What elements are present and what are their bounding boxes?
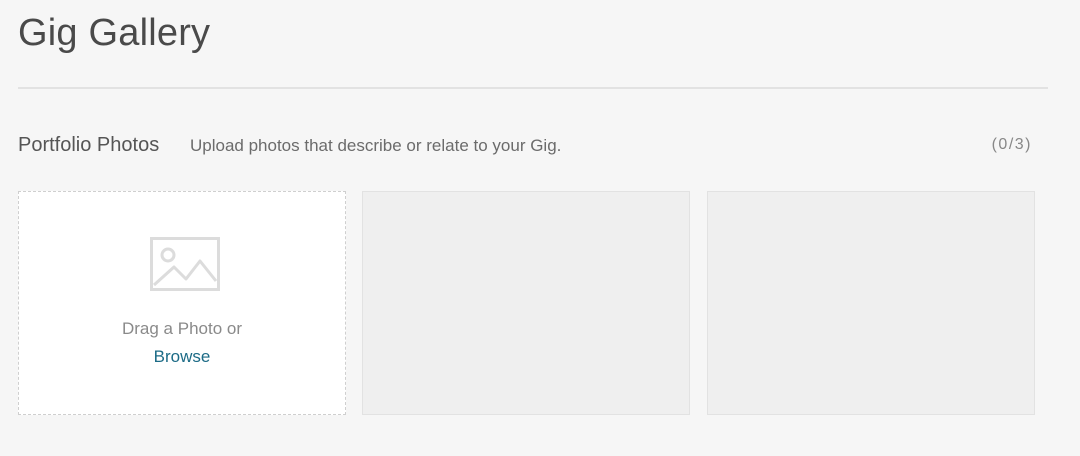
photo-slots: Drag a Photo or Browse	[18, 191, 1038, 416]
photo-counter: (0/3)	[991, 136, 1032, 153]
portfolio-header: Portfolio Photos Upload photos that desc…	[18, 130, 1032, 160]
empty-photo-slot	[362, 191, 690, 415]
image-placeholder-icon	[150, 237, 220, 291]
title-divider	[18, 87, 1048, 89]
browse-link[interactable]: Browse	[19, 346, 345, 368]
portfolio-description: Upload photos that describe or relate to…	[190, 136, 562, 155]
drag-photo-text: Drag a Photo or	[121, 319, 242, 338]
page-title: Gig Gallery	[18, 12, 211, 54]
photo-upload-dropzone[interactable]: Drag a Photo or Browse	[18, 191, 346, 415]
empty-photo-slot	[707, 191, 1035, 415]
portfolio-title: Portfolio Photos	[18, 134, 160, 156]
